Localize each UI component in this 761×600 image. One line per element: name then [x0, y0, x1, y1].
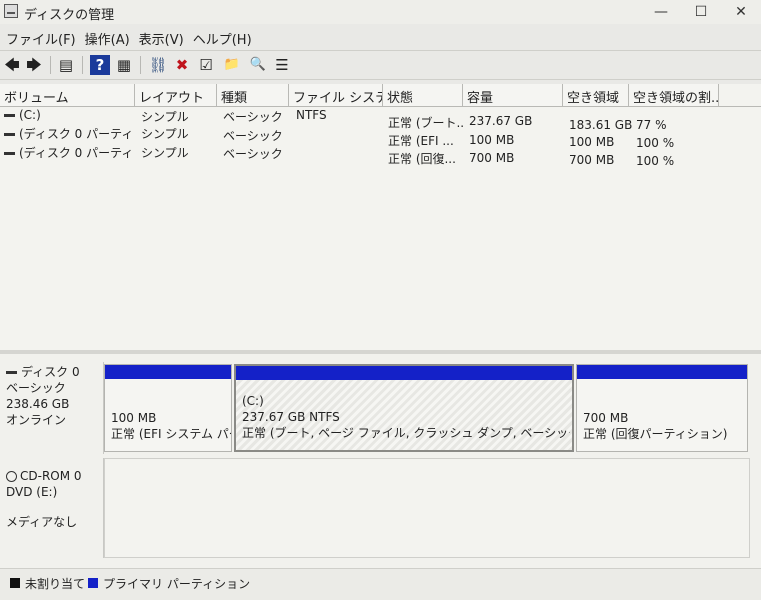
header-divider: [0, 106, 761, 107]
menu-help[interactable]: ヘルプ(H): [193, 26, 261, 48]
column-header-filesystem[interactable]: ファイル システム: [289, 84, 383, 106]
volume-name-cell: (ディスク 0 パーティシ...: [4, 144, 134, 161]
partition-efi[interactable]: 100 MB 正常 (EFI システム パー: [104, 364, 232, 452]
type-cell: ベーシック: [223, 147, 283, 161]
layout-cell: シンプル: [141, 127, 189, 141]
disk-0-state: オンライン: [6, 413, 67, 427]
disk-icon: [6, 371, 17, 374]
status-cell: 正常 (EFI ...: [388, 134, 454, 148]
legend-primary-label: プライマリ パーティション: [103, 577, 251, 591]
search-folder-icon[interactable]: 🔍: [248, 55, 268, 75]
filesystem-cell: NTFS: [296, 108, 327, 122]
properties-icon[interactable]: ☰: [272, 55, 292, 75]
volume-icon: [4, 133, 15, 136]
capacity-cell: 700 MB: [469, 151, 515, 165]
partition-bar: [105, 365, 231, 379]
partition-size: 237.67 GB NTFS: [242, 410, 340, 424]
menu-file[interactable]: ファイル(F): [6, 26, 85, 48]
cdrom-0-info[interactable]: CD-ROM 0 DVD (E:) メディアなし: [6, 468, 102, 530]
column-header-status[interactable]: 状態: [383, 84, 463, 106]
partition-bar: [577, 365, 747, 379]
partition-status: 正常 (回復パーティション): [583, 427, 728, 441]
type-cell: ベーシック: [223, 129, 283, 143]
volume-name-cell: (C:): [4, 108, 134, 122]
folder-up-icon[interactable]: 📁: [222, 55, 242, 75]
check-icon[interactable]: ☑: [196, 55, 216, 75]
disk-0-size: 238.46 GB: [6, 397, 70, 411]
volume-icon: [4, 114, 15, 117]
console-tree-icon[interactable]: ▤: [56, 55, 76, 75]
legend-unallocated-label: 未割り当て: [25, 577, 86, 591]
toolbar: 🡄 🡆 ▤ ? ▦ ⛓ ✖ ☑ 📁 🔍 ☰: [0, 50, 761, 80]
forward-arrow-icon[interactable]: 🡆: [24, 55, 44, 75]
layout-cell: シンプル: [141, 146, 189, 160]
partition-size: 100 MB: [111, 411, 157, 425]
cdrom-0-media: メディアなし: [6, 515, 78, 529]
cdrom-icon: [6, 471, 17, 482]
menu-view[interactable]: 表示(V): [139, 26, 193, 48]
volume-list: ボリューム レイアウト 種類 ファイル システム 状態 容量 空き領域 空き領域…: [0, 84, 761, 350]
free-percent-cell: 77 %: [636, 118, 667, 132]
cdrom-0-title: CD-ROM 0: [6, 468, 102, 484]
close-button[interactable]: ✕: [721, 0, 761, 24]
column-header-capacity[interactable]: 容量: [463, 84, 563, 106]
partition-label: (C:): [242, 394, 264, 408]
capacity-cell: 237.67 GB: [469, 114, 533, 128]
back-arrow-icon[interactable]: 🡄: [2, 55, 22, 75]
column-header-free-percent[interactable]: 空き領域の割...: [629, 84, 719, 106]
view-pane-icon[interactable]: ▦: [114, 55, 134, 75]
free-space-cell: 183.61 GB: [569, 118, 633, 132]
partition-bar: [236, 366, 572, 380]
free-percent-cell: 100 %: [636, 136, 675, 150]
title-bar: ディスクの管理 — ☐ ✕: [0, 0, 761, 24]
delete-icon[interactable]: ✖: [172, 55, 192, 75]
partition-c[interactable]: (C:) 237.67 GB NTFS 正常 (ブート, ページ ファイル, ク…: [234, 364, 574, 452]
maximize-button[interactable]: ☐: [681, 0, 721, 24]
toolbar-separator: [140, 56, 141, 74]
disk-0-info[interactable]: ディスク 0 ベーシック 238.46 GB オンライン: [6, 364, 102, 428]
legend-unallocated-swatch: [10, 578, 20, 588]
volume-name-cell: (ディスク 0 パーティシ...: [4, 125, 134, 142]
toolbar-separator: [82, 56, 83, 74]
connect-icon[interactable]: ⛓: [148, 55, 168, 75]
free-space-cell: 100 MB: [569, 135, 615, 149]
capacity-cell: 100 MB: [469, 133, 515, 147]
window-title: ディスクの管理: [24, 8, 115, 23]
free-space-cell: 700 MB: [569, 153, 615, 167]
menu-action[interactable]: 操作(A): [85, 26, 139, 48]
free-percent-cell: 100 %: [636, 154, 675, 168]
partition-recovery[interactable]: 700 MB 正常 (回復パーティション): [576, 364, 748, 452]
status-cell: 正常 (回復...: [388, 152, 456, 166]
column-header-type[interactable]: 種類: [217, 84, 289, 106]
legend: 未割り当て プライマリ パーティション: [0, 568, 761, 600]
window-controls: — ☐ ✕: [641, 0, 761, 24]
column-header-free-space[interactable]: 空き領域: [563, 84, 629, 106]
cdrom-0-empty-area[interactable]: [104, 458, 750, 558]
cdrom-0-drive: DVD (E:): [6, 485, 58, 499]
minimize-button[interactable]: —: [641, 0, 681, 24]
legend-primary-swatch: [88, 578, 98, 588]
type-cell: ベーシック: [223, 110, 283, 124]
layout-cell: シンプル: [141, 110, 189, 124]
disk-management-icon: [4, 4, 18, 18]
partition-status: 正常 (ブート, ページ ファイル, クラッシュ ダンプ, ベーシック データ …: [242, 426, 570, 440]
volume-icon: [4, 152, 15, 155]
menu-bar: ファイル(F) 操作(A) 表示(V) ヘルプ(H): [0, 26, 761, 48]
column-header-volume[interactable]: ボリューム: [0, 84, 135, 106]
disk-0-title: ディスク 0: [6, 364, 102, 380]
partition-status: 正常 (EFI システム パー: [111, 427, 231, 441]
disk-graphical-view: ディスク 0 ベーシック 238.46 GB オンライン 100 MB 正常 (…: [0, 354, 761, 568]
toolbar-separator: [50, 56, 51, 74]
partition-size: 700 MB: [583, 411, 629, 425]
disk-0-type: ベーシック: [6, 381, 66, 395]
status-cell: 正常 (ブート...: [388, 116, 464, 130]
help-icon[interactable]: ?: [90, 55, 110, 75]
column-header-layout[interactable]: レイアウト: [135, 84, 217, 106]
